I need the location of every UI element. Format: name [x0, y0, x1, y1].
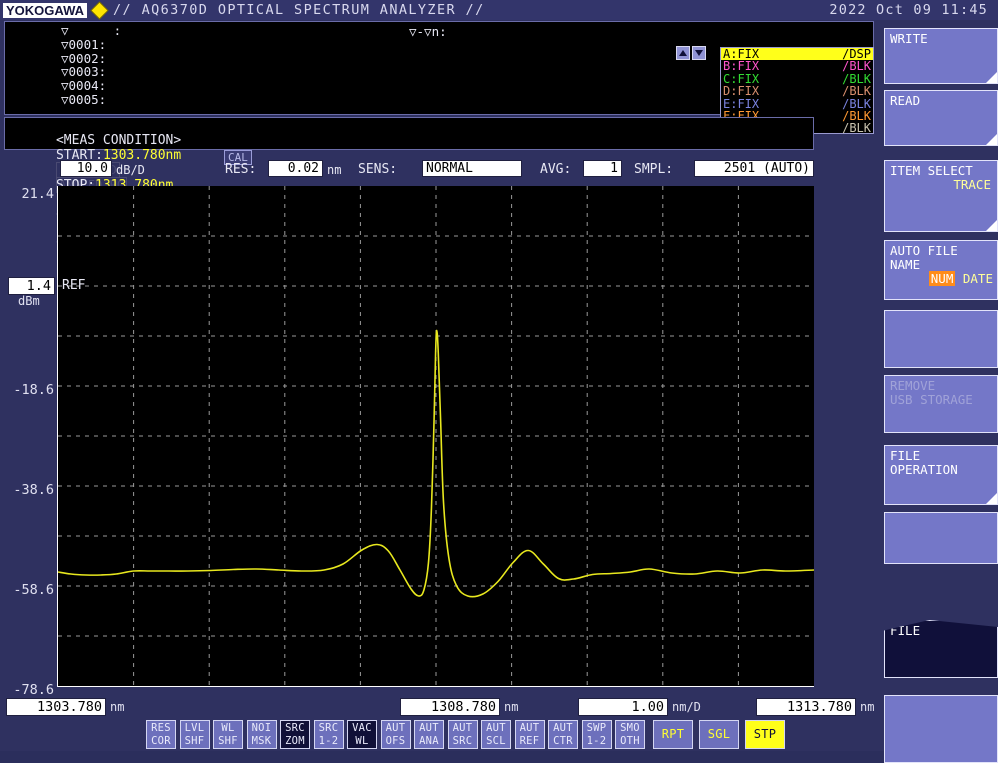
y-tick-4: -78.6 — [13, 682, 54, 698]
sens-label: SENS: — [358, 162, 397, 177]
softkey-empty-4[interactable] — [884, 310, 998, 368]
x-center-unit: nm — [504, 700, 518, 714]
toolbar-key-noi-msk[interactable]: NOI MSK — [247, 720, 277, 749]
toolbar-key-aut-ref[interactable]: AUT REF — [515, 720, 545, 749]
scale-div-unit: dB/D — [116, 163, 145, 177]
toolbar-key-aut-scl[interactable]: AUT SCL — [481, 720, 511, 749]
sens-field[interactable]: NORMAL — [422, 160, 522, 177]
marker-delta-label: ▽-▽n: — [409, 24, 447, 39]
x-start-unit: nm — [110, 700, 124, 714]
yokogawa-logo: YOKOGAWA — [3, 3, 87, 18]
x-stop-field[interactable]: 1313.780 — [756, 698, 856, 716]
toolbar-key-aut-ctr[interactable]: AUT CTR — [548, 720, 578, 749]
toolbar-key-src-1-2[interactable]: SRC 1-2 — [314, 720, 344, 749]
x-start-field[interactable]: 1303.780 — [6, 698, 106, 716]
toolbar-key-wl-shf[interactable]: WL SHF — [213, 720, 243, 749]
marker-info-panel: ▽ : ▽0001: ▽0002: ▽0003: ▽0004: ▽0005: ▽… — [4, 21, 874, 115]
softkey-value-row: NUM DATE — [890, 272, 993, 286]
toolbar-key-swp-1-2[interactable]: SWP 1-2 — [582, 720, 612, 749]
trace-row-b[interactable]: B:FIX/BLK — [721, 60, 873, 72]
autofile-date-option[interactable]: DATE — [955, 271, 993, 286]
softkey-label: REMOVE USB STORAGE — [890, 378, 973, 407]
smpl-label: SMPL: — [634, 162, 673, 177]
res-unit: nm — [327, 163, 341, 177]
softkey-label: FILE OPERATION — [890, 448, 958, 477]
scroll-up-icon[interactable] — [676, 46, 690, 60]
x-center-field[interactable]: 1308.780 — [400, 698, 500, 716]
trace-row-d[interactable]: D:FIX/BLK — [721, 85, 873, 97]
softkey-label: WRITE — [890, 31, 928, 46]
ref-line-label: REF — [62, 278, 85, 293]
trace-name: B:FIX — [723, 60, 759, 72]
toolbar-key-aut-ana[interactable]: AUT ANA — [414, 720, 444, 749]
marker-list: ▽ : ▽0001: ▽0002: ▽0003: ▽0004: ▽0005: — [61, 24, 121, 107]
meas-condition-panel: <MEAS CONDITION> 2X SPEED ANGLED PC STAR… — [4, 117, 814, 150]
soft-key-panel[interactable]: WRITE READ ITEM SELECTTRACE AUTO FILE NAMEN… — [884, 20, 998, 751]
scale-div-field[interactable]: 10.0 — [60, 160, 112, 177]
y-tick-3: -58.6 — [13, 582, 54, 598]
app-title: // AQ6370D OPTICAL SPECTRUM ANALYZER // — [113, 2, 485, 18]
autofile-num-option[interactable]: NUM — [929, 271, 956, 286]
softkey-label: FILE — [890, 623, 920, 638]
softkey-read[interactable]: READ — [884, 90, 998, 146]
trace-mode: /BLK — [842, 60, 871, 72]
spectrum-svg — [58, 186, 814, 686]
softkey-empty-7[interactable] — [884, 512, 998, 564]
softkey-item-select[interactable]: ITEM SELECTTRACE — [884, 160, 998, 232]
toolbar-key-res-cor[interactable]: RES COR — [146, 720, 176, 749]
toolbar-key-aut-ofs[interactable]: AUT OFS — [381, 720, 411, 749]
marker-scroll-buttons[interactable] — [676, 46, 706, 60]
res-label: RES: — [225, 162, 256, 177]
y-tick-1: -18.6 — [13, 382, 54, 398]
datetime-display: 2022 Oct 09 11:45 — [829, 2, 988, 18]
softkey-write[interactable]: WRITE — [884, 28, 998, 84]
softkey-value: TRACE — [890, 178, 993, 192]
toolbar-key-aut-src[interactable]: AUT SRC — [448, 720, 478, 749]
plot-gridlines — [58, 186, 814, 686]
avg-label: AVG: — [540, 162, 571, 177]
run-key-stp[interactable]: STP — [745, 720, 785, 749]
scroll-down-icon[interactable] — [692, 46, 706, 60]
y-tick-2: -38.6 — [13, 482, 54, 498]
x-stop-unit: nm — [860, 700, 874, 714]
diamond-icon — [92, 2, 108, 18]
submenu-corner-icon — [986, 72, 997, 83]
settings-row: 10.0 dB/D RES: 0.02 nm SENS: NORMAL AVG:… — [0, 160, 880, 182]
res-field[interactable]: 0.02 — [268, 160, 323, 177]
softkey-file-operation[interactable]: FILE OPERATION — [884, 445, 998, 505]
title-bar: YOKOGAWA // AQ6370D OPTICAL SPECTRUM ANA… — [0, 0, 998, 20]
avg-field[interactable]: 1 — [583, 160, 622, 177]
toolbar-key-lvl-shf[interactable]: LVL SHF — [180, 720, 210, 749]
x-perdiv-field[interactable]: 1.00 — [578, 698, 668, 716]
submenu-corner-icon — [986, 134, 997, 145]
softkey-remove-usb-storage[interactable]: REMOVE USB STORAGE — [884, 375, 998, 433]
osa-screen: YOKOGAWA // AQ6370D OPTICAL SPECTRUM ANA… — [0, 0, 998, 751]
submenu-corner-icon — [986, 220, 997, 231]
spectrum-plot[interactable] — [57, 186, 814, 687]
softkey-label: READ — [890, 93, 920, 108]
x-perdiv-unit: nm/D — [672, 700, 701, 714]
trace-name: D:FIX — [723, 85, 759, 97]
submenu-corner-icon — [986, 493, 997, 504]
softkey-label: ITEM SELECT — [890, 163, 973, 178]
trace-mode: /BLK — [842, 85, 871, 97]
softkey-empty-9[interactable] — [884, 695, 998, 763]
toolbar-key-src-zom[interactable]: SRC ZOM — [280, 720, 310, 749]
trace-mode: /BLK — [842, 122, 871, 134]
ref-level-field[interactable]: 1.4 — [8, 277, 55, 295]
toolbar-key-smo-oth[interactable]: SMO OTH — [615, 720, 645, 749]
y-axis: 21.4 -18.6 -38.6 -58.6 -78.6 — [0, 176, 57, 696]
toolbar-key-vac-wl[interactable]: VAC WL — [347, 720, 377, 749]
x-axis-readout: 1303.780 nm 1308.780 nm 1.00 nm/D 1313.7… — [0, 698, 880, 717]
run-key-sgl[interactable]: SGL — [699, 720, 739, 749]
ref-level-unit: dBm — [18, 294, 40, 308]
y-tick-0: 21.4 — [21, 186, 54, 202]
softkey-label: AUTO FILE NAME — [890, 243, 958, 272]
softkey-file[interactable]: FILE — [884, 620, 998, 678]
softkey-auto-file-name[interactable]: AUTO FILE NAMENUM DATE — [884, 240, 998, 300]
bottom-toolbar[interactable]: RES CORLVL SHFWL SHFNOI MSKSRC ZOMSRC 1-… — [0, 719, 880, 751]
smpl-field[interactable]: 2501 (AUTO) — [694, 160, 814, 177]
run-key-rpt[interactable]: RPT — [653, 720, 693, 749]
